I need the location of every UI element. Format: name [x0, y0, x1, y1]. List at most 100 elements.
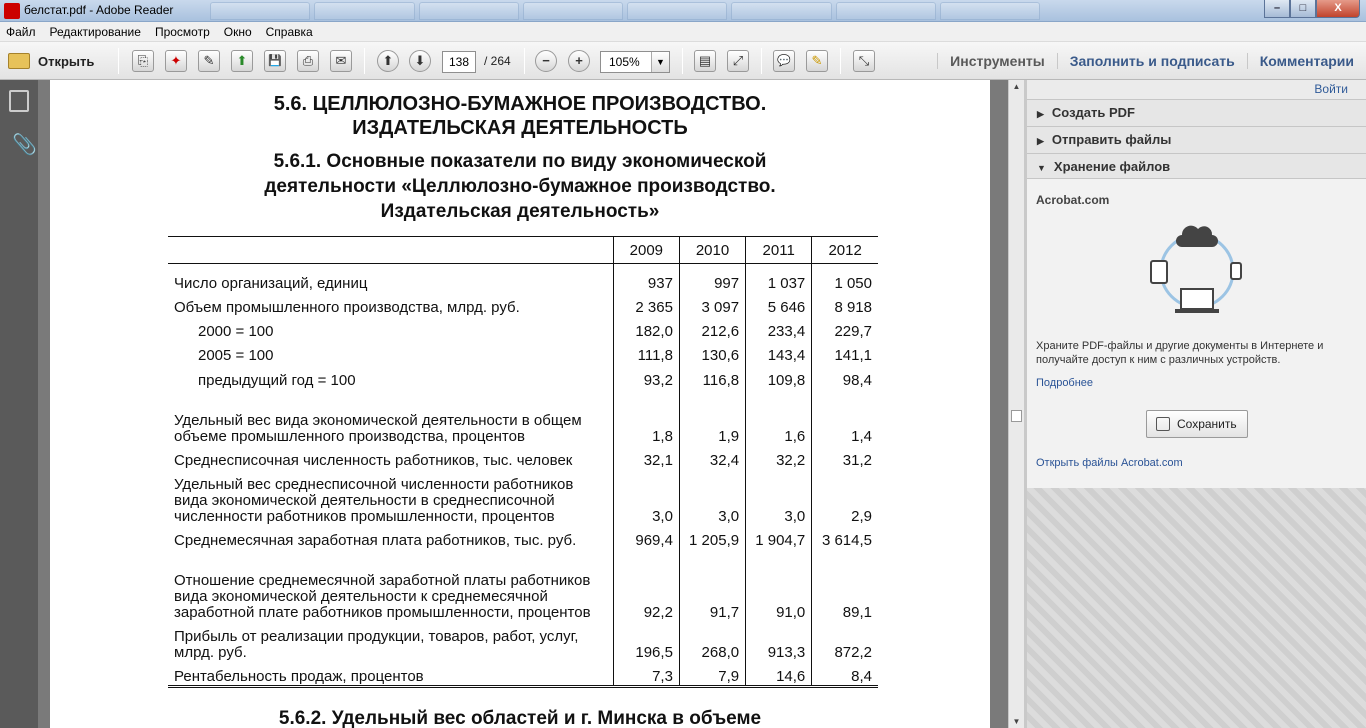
cell-value: 32,1 — [612, 444, 680, 469]
row-label: Удельный вес среднесписочной численности… — [174, 475, 574, 525]
menu-help[interactable]: Справка — [266, 25, 313, 39]
upload-icon[interactable]: ⬆ — [231, 50, 253, 72]
cell-value: 1 205,9 — [678, 524, 746, 549]
header-year: 2009 — [612, 236, 680, 264]
menu-bar: Файл Редактирование Просмотр Окно Справк… — [0, 22, 1366, 42]
cell-value: 196,5 — [612, 620, 680, 661]
next-page-icon[interactable]: ⬇ — [409, 50, 431, 72]
storage-label: Хранение файлов — [1053, 159, 1171, 174]
cell-value: 130,6 — [678, 339, 746, 364]
page-number-input[interactable]: 138 — [442, 51, 476, 73]
cell-value: 182,0 — [612, 315, 680, 340]
cell-value: 913,3 — [745, 620, 812, 661]
expand-triangle-icon: ▶ — [1037, 109, 1044, 119]
cell-value: 1 050 — [811, 263, 878, 292]
section-title-line2: ИЗДАТЕЛЬСКАЯ ДЕЯТЕЛЬНОСТЬ — [352, 117, 688, 139]
comment-icon[interactable]: 💬 — [773, 50, 795, 72]
header-empty — [168, 236, 614, 264]
zoom-select[interactable]: 105% ▼ — [600, 51, 670, 73]
row-label: Объем промышленного производства, млрд. … — [174, 298, 520, 316]
cell-value: 268,0 — [678, 620, 746, 661]
cell-value: 143,4 — [745, 339, 812, 364]
pdf-page: 5.6. ЦЕЛЛЮЛОЗНО-БУМАЖНОЕ ПРОИЗВОДСТВО. И… — [50, 80, 990, 728]
cell-value: 1,6 — [745, 388, 812, 445]
table-row: Среднемесячная заработная плата работник… — [168, 524, 878, 549]
print-icon[interactable]: ⎙ — [297, 50, 319, 72]
storage-section[interactable]: ▼ Хранение файлов — [1027, 153, 1366, 180]
cell-value: 3,0 — [745, 468, 812, 525]
row-label: Среднесписочная численность работников, … — [174, 451, 573, 469]
menu-edit[interactable]: Редактирование — [50, 25, 141, 39]
more-link[interactable]: Подробнее — [1036, 377, 1093, 389]
menu-window[interactable]: Окно — [224, 25, 252, 39]
scroll-thumb[interactable] — [1011, 410, 1022, 422]
expand-triangle-icon: ▶ — [1037, 136, 1044, 146]
highlight-icon[interactable]: ✎ — [806, 50, 828, 72]
open-button[interactable]: Открыть — [8, 49, 94, 73]
cell-value: 92,2 — [612, 548, 680, 621]
folder-icon — [8, 53, 30, 69]
create-pdf-icon[interactable]: ⎘ — [132, 50, 154, 72]
cell-value: 93,2 — [612, 363, 680, 389]
cell-value: 1 037 — [745, 263, 812, 292]
attachment-icon[interactable]: 📎 — [12, 132, 37, 157]
cell-value: 937 — [612, 263, 680, 292]
pdf-tools-icon[interactable]: ✦ — [165, 50, 187, 72]
menu-view[interactable]: Просмотр — [155, 25, 210, 39]
fit-page-icon[interactable]: ▤ — [694, 50, 716, 72]
title-bar: белстат.pdf - Adobe Reader – □ X — [0, 0, 1366, 22]
mail-icon[interactable]: ✉ — [330, 50, 352, 72]
create-pdf-label: Создать PDF — [1051, 105, 1135, 120]
menu-file[interactable]: Файл — [6, 25, 36, 39]
sign-in-link[interactable]: Войти — [1314, 82, 1348, 96]
table-title-line2: деятельности «Целлюлозно-бумажное произв… — [264, 176, 776, 197]
pages-icon[interactable] — [9, 90, 29, 112]
send-files-section[interactable]: ▶ Отправить файлы — [1027, 126, 1366, 153]
cell-value: 116,8 — [678, 363, 746, 389]
create-pdf-section[interactable]: ▶ Создать PDF — [1027, 99, 1366, 126]
document-view[interactable]: 5.6. ЦЕЛЛЮЛОЗНО-БУМАЖНОЕ ПРОИЗВОДСТВО. И… — [38, 80, 1008, 728]
row-label: 2005 = 100 — [198, 346, 274, 364]
page-total: / 264 — [484, 54, 511, 68]
cell-value: 2,9 — [811, 468, 878, 525]
scroll-down-icon[interactable]: ▼ — [1011, 717, 1022, 726]
tools-panel-content: Войти ▶ Создать PDF ▶ Отправить файлы ▼ Хра… — [1027, 80, 1366, 488]
cell-value: 997 — [678, 263, 746, 292]
save-icon — [1156, 417, 1170, 431]
zoom-in-icon[interactable]: + — [568, 50, 590, 72]
chevron-down-icon[interactable]: ▼ — [651, 52, 669, 72]
maximize-button[interactable]: □ — [1290, 0, 1316, 18]
acrobat-com-title: Acrobat.com — [1036, 193, 1110, 207]
zoom-out-icon[interactable]: − — [535, 50, 557, 72]
tools-tab[interactable]: Инструменты — [937, 53, 1057, 69]
navigation-pane: 📎 — [0, 80, 38, 728]
fit-width-icon[interactable]: ⤢ — [727, 50, 749, 72]
cell-value: 229,7 — [811, 315, 878, 340]
cell-value: 1,8 — [612, 388, 680, 445]
close-button[interactable]: X — [1316, 0, 1360, 18]
comments-tab[interactable]: Комментарии — [1246, 53, 1366, 69]
vertical-scrollbar[interactable]: ▲ ▼ — [1008, 80, 1024, 728]
edit-icon[interactable]: ✎ — [198, 50, 220, 72]
cell-value: 7,9 — [678, 660, 746, 688]
cell-value: 212,6 — [678, 315, 746, 340]
send-files-label: Отправить файлы — [1051, 132, 1172, 147]
prev-page-icon[interactable]: ⬆ — [377, 50, 399, 72]
table-row: предыдущий год = 100 93,2 116,8 109,8 98… — [168, 363, 878, 389]
cell-value: 1 904,7 — [745, 524, 812, 549]
taskbar-ghost — [210, 2, 1040, 20]
scroll-up-icon[interactable]: ▲ — [1011, 82, 1022, 91]
cell-value: 91,0 — [745, 548, 812, 621]
cell-value: 969,4 — [612, 524, 680, 549]
cell-value: 233,4 — [745, 315, 812, 340]
cell-value: 3 614,5 — [811, 524, 878, 549]
cell-value: 2 365 — [612, 291, 680, 316]
open-acrobat-files-link[interactable]: Открыть файлы Acrobat.com — [1036, 457, 1183, 469]
minimize-button[interactable]: – — [1264, 0, 1290, 18]
expand-icon[interactable]: ⤡ — [853, 50, 875, 72]
cell-value: 141,1 — [811, 339, 878, 364]
save-to-cloud-button[interactable]: Сохранить — [1146, 410, 1248, 438]
save-icon[interactable]: 💾 — [264, 50, 286, 72]
cell-value: 3 097 — [678, 291, 746, 316]
fill-sign-tab[interactable]: Заполнить и подписать — [1056, 53, 1247, 69]
